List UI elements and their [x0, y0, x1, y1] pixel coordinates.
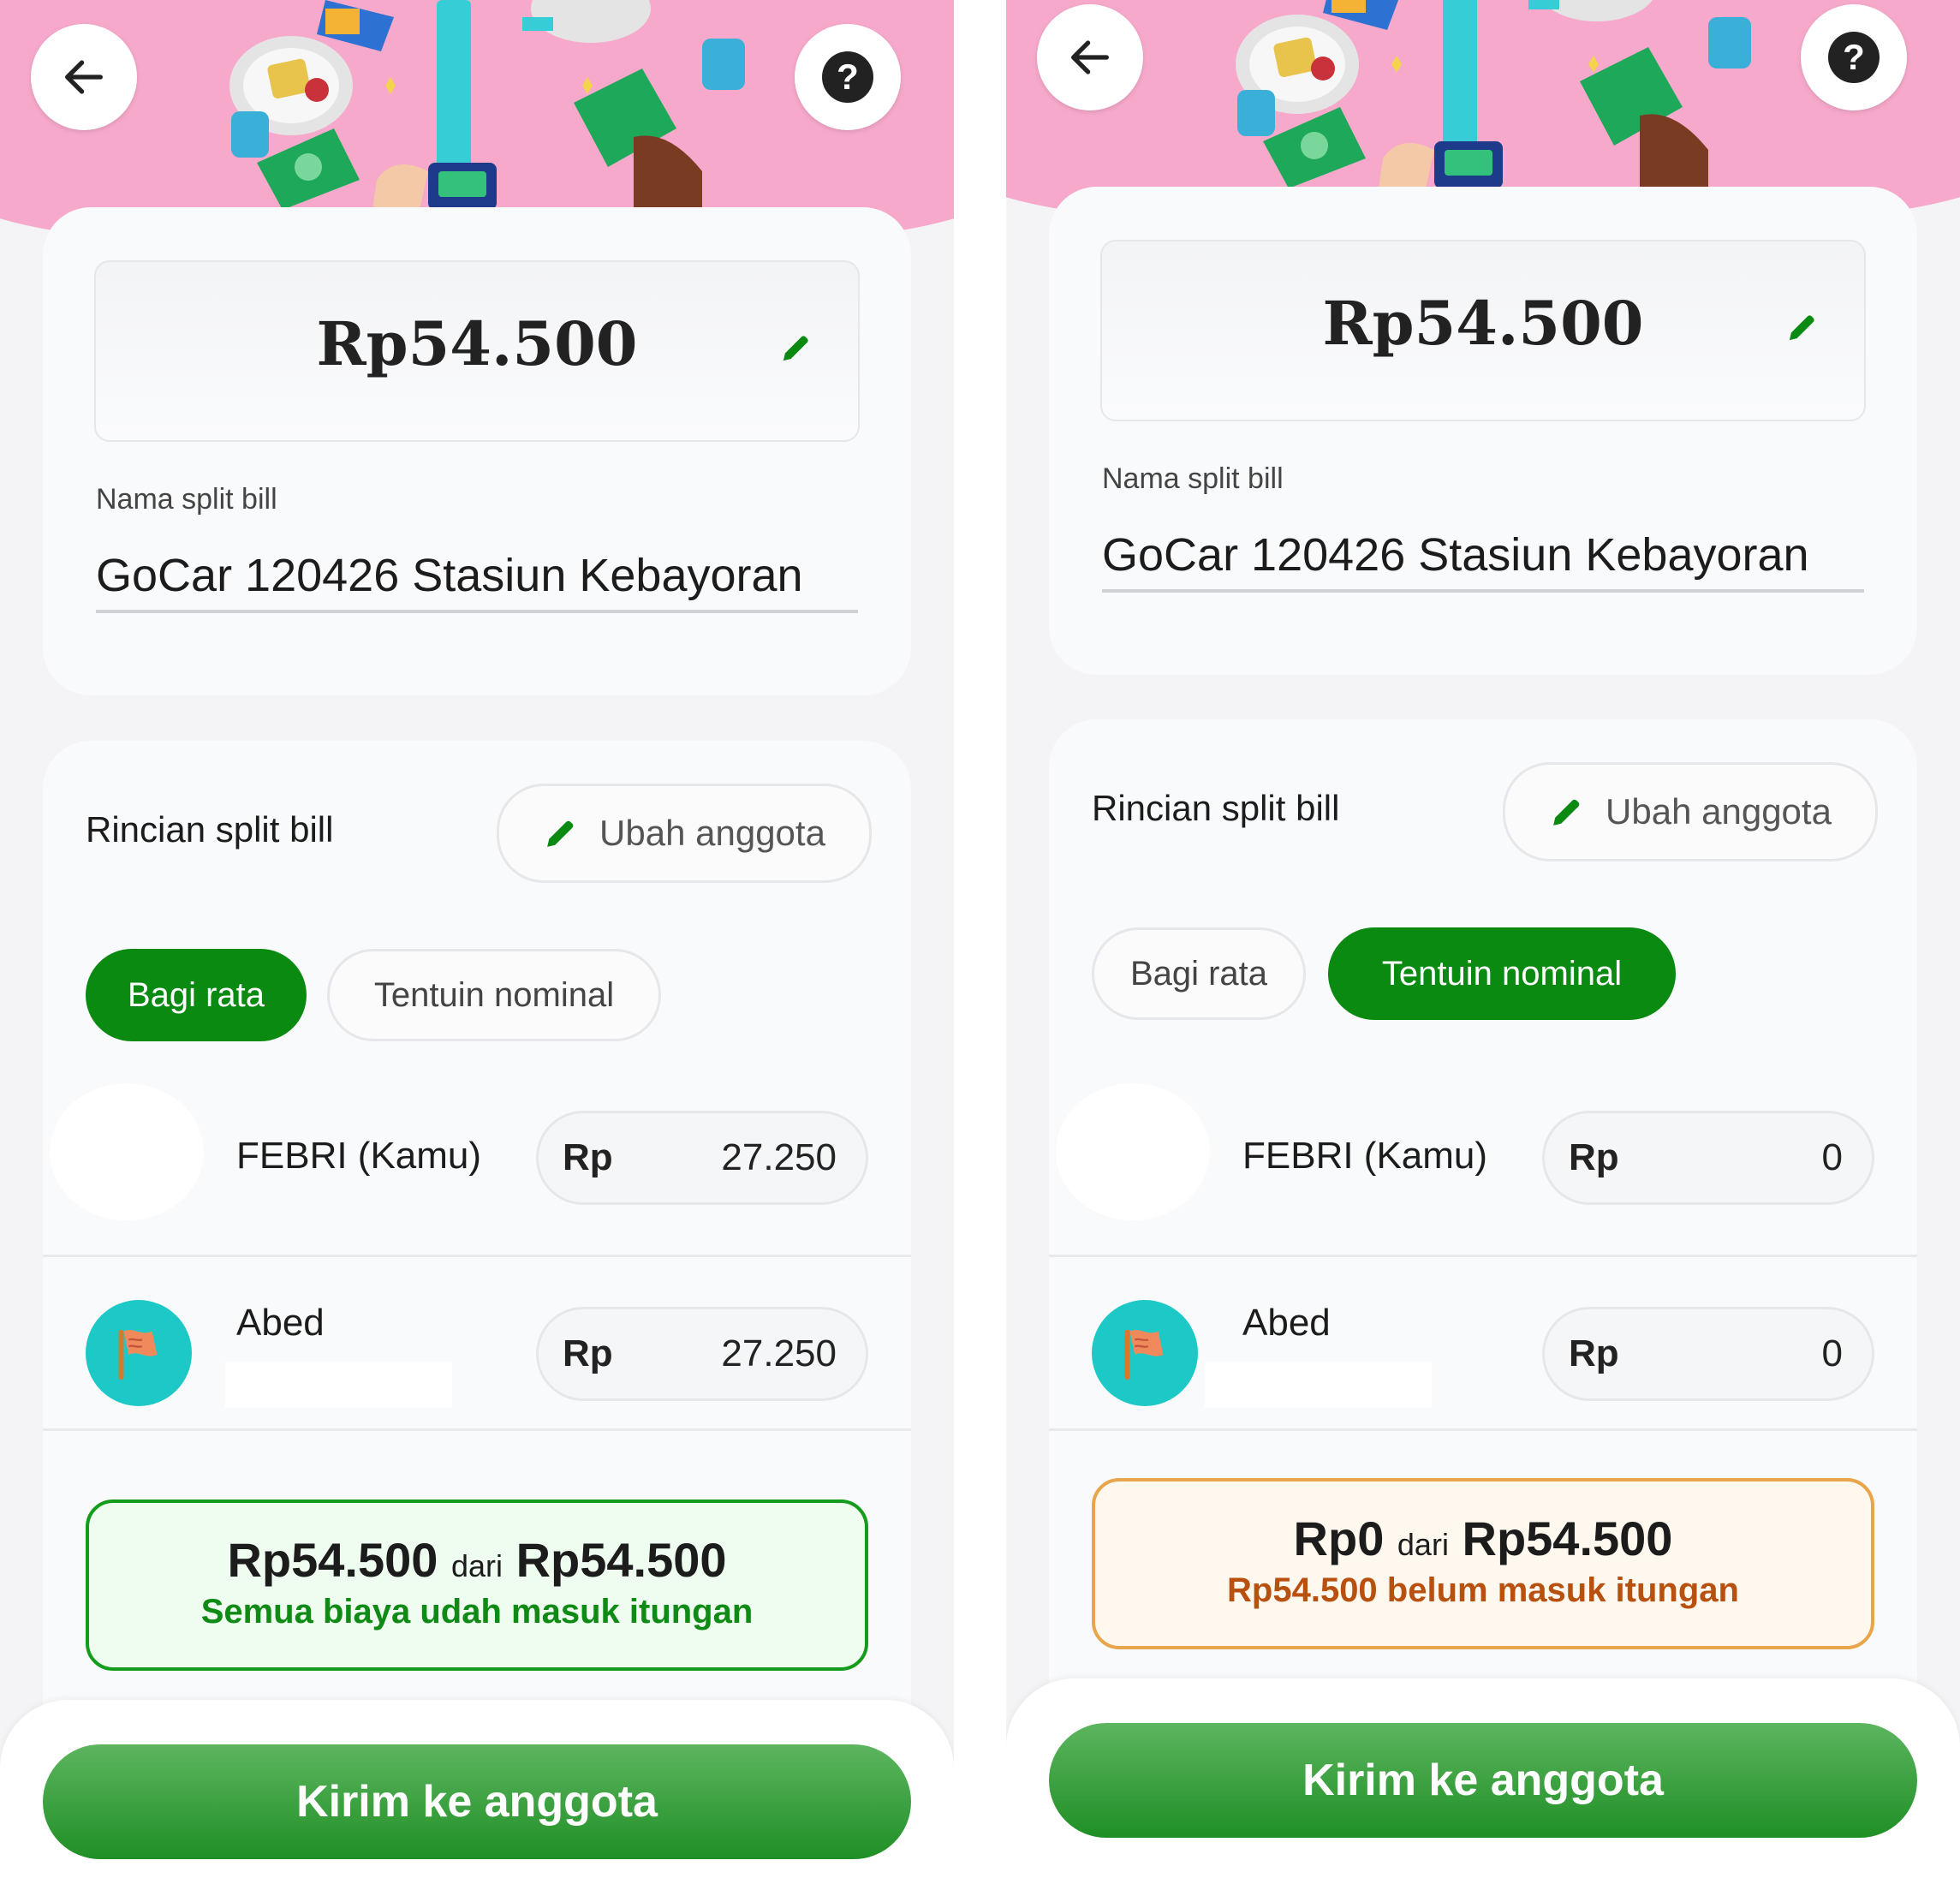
- amount-value: 0: [1821, 1332, 1843, 1374]
- change-members-button[interactable]: Ubah anggota: [497, 784, 872, 883]
- change-members-button[interactable]: Ubah anggota: [1503, 762, 1878, 861]
- section-title: Rincian split bill: [86, 809, 334, 850]
- question-mark-icon: ?: [1828, 32, 1880, 83]
- member-name: Abed: [236, 1302, 325, 1344]
- split-name-input[interactable]: GoCar 120426 Stasiun Kebayoran: [96, 541, 858, 613]
- bottom-bar: Kirim ke anggota: [0, 1700, 954, 1878]
- summary-dari: dari: [450, 1548, 503, 1583]
- split-name-label: Nama split bill: [96, 483, 277, 516]
- summary-total: Rp54.500: [515, 1533, 727, 1587]
- tab-bagi-rata[interactable]: Bagi rata: [86, 949, 307, 1041]
- pencil-icon: [1549, 794, 1585, 830]
- pencil-icon: [543, 815, 579, 851]
- amount-value: 27.250: [721, 1136, 837, 1178]
- total-amount: Rp54.500: [1322, 287, 1644, 359]
- tab-tentuin-nominal[interactable]: Tentuin nominal: [1328, 927, 1676, 1020]
- screen-bagi-rata: ? Rp54.500 Nama split bill GoCar 120426 …: [0, 0, 954, 1878]
- split-bill-illustration: [188, 0, 771, 210]
- tab-bagi-rata[interactable]: Bagi rata: [1092, 927, 1306, 1020]
- flag-icon: [105, 1320, 172, 1386]
- amount-value: 27.250: [721, 1332, 837, 1374]
- split-details-card: Rincian split bill Ubah anggota Bagi rat…: [43, 741, 911, 1786]
- summary-total: Rp54.500: [1462, 1511, 1673, 1565]
- avatar: [1056, 1083, 1210, 1220]
- split-details-card: Rincian split bill Ubah anggota Bagi rat…: [1049, 719, 1917, 1764]
- tab-tentuin-nominal[interactable]: Tentuin nominal: [327, 949, 661, 1041]
- arrow-left-icon: [65, 60, 103, 94]
- summary-message: Semua biaya udah masuk itungan: [200, 1593, 754, 1631]
- amount-field[interactable]: Rp 27.250: [536, 1307, 868, 1401]
- split-name-input[interactable]: GoCar 120426 Stasiun Kebayoran: [1102, 521, 1864, 593]
- total-amount-box[interactable]: Rp54.500: [94, 260, 860, 442]
- summary-assigned: Rp0: [1293, 1511, 1385, 1565]
- back-button[interactable]: [1037, 4, 1143, 110]
- summary-totals: Rp0 dari Rp54.500: [1095, 1511, 1871, 1566]
- member-row: Abed Rp 0: [1049, 1257, 1917, 1431]
- section-title: Rincian split bill: [1092, 788, 1340, 828]
- arrow-left-icon: [1071, 40, 1109, 75]
- send-to-members-button[interactable]: Kirim ke anggota: [1049, 1723, 1917, 1838]
- question-mark-icon: ?: [822, 51, 873, 103]
- amount-value: 0: [1821, 1136, 1843, 1178]
- pencil-icon[interactable]: [779, 331, 813, 365]
- summary-assigned: Rp54.500: [227, 1533, 438, 1587]
- help-button[interactable]: ?: [795, 24, 901, 130]
- amount-field[interactable]: Rp 27.250: [536, 1111, 868, 1205]
- currency-label: Rp: [563, 1136, 613, 1178]
- member-name: FEBRI (Kamu): [1242, 1135, 1488, 1177]
- summary-message: Rp54.500 belum masuk itungan: [1227, 1571, 1739, 1609]
- total-amount: Rp54.500: [316, 307, 638, 379]
- amount-field[interactable]: Rp 0: [1542, 1111, 1874, 1205]
- back-button[interactable]: [31, 24, 137, 130]
- member-name: FEBRI (Kamu): [236, 1135, 482, 1177]
- help-button[interactable]: ?: [1801, 4, 1907, 110]
- split-bill-illustration: [1194, 0, 1777, 188]
- avatar: [86, 1300, 192, 1406]
- summary-totals: Rp54.500 dari Rp54.500: [89, 1532, 865, 1588]
- amount-field[interactable]: Rp 0: [1542, 1307, 1874, 1401]
- flag-icon: [1111, 1320, 1178, 1386]
- change-members-label: Ubah anggota: [599, 813, 825, 853]
- change-members-label: Ubah anggota: [1606, 791, 1832, 832]
- send-to-members-button[interactable]: Kirim ke anggota: [43, 1744, 911, 1859]
- member-row: FEBRI (Kamu) Rp 0: [1049, 1083, 1917, 1257]
- currency-label: Rp: [563, 1332, 613, 1374]
- avatar: [1092, 1300, 1198, 1406]
- bill-info-card: Rp54.500 Nama split bill GoCar 120426 St…: [1049, 187, 1917, 675]
- pencil-icon[interactable]: [1785, 310, 1820, 344]
- member-name: Abed: [1242, 1302, 1331, 1344]
- summary-dari: dari: [1397, 1527, 1449, 1562]
- currency-label: Rp: [1569, 1136, 1619, 1178]
- currency-label: Rp: [1569, 1332, 1619, 1374]
- split-name-label: Nama split bill: [1102, 462, 1284, 495]
- screen-tentuin-nominal: ? Rp54.500 Nama split bill GoCar 120426 …: [1006, 0, 1960, 1845]
- member-row: FEBRI (Kamu) Rp 27.250: [43, 1083, 911, 1257]
- bill-info-card: Rp54.500 Nama split bill GoCar 120426 St…: [43, 207, 911, 695]
- summary-box: Rp0 dari Rp54.500 Rp54.500 belum masuk i…: [1092, 1478, 1874, 1649]
- bottom-bar: Kirim ke anggota: [1006, 1678, 1960, 1845]
- member-row: Abed Rp 27.250: [43, 1257, 911, 1431]
- redacted-phone: [1205, 1362, 1432, 1408]
- avatar: [50, 1083, 204, 1220]
- total-amount-box[interactable]: Rp54.500: [1100, 240, 1866, 421]
- summary-box: Rp54.500 dari Rp54.500 Semua biaya udah …: [86, 1499, 868, 1671]
- redacted-phone: [225, 1362, 452, 1408]
